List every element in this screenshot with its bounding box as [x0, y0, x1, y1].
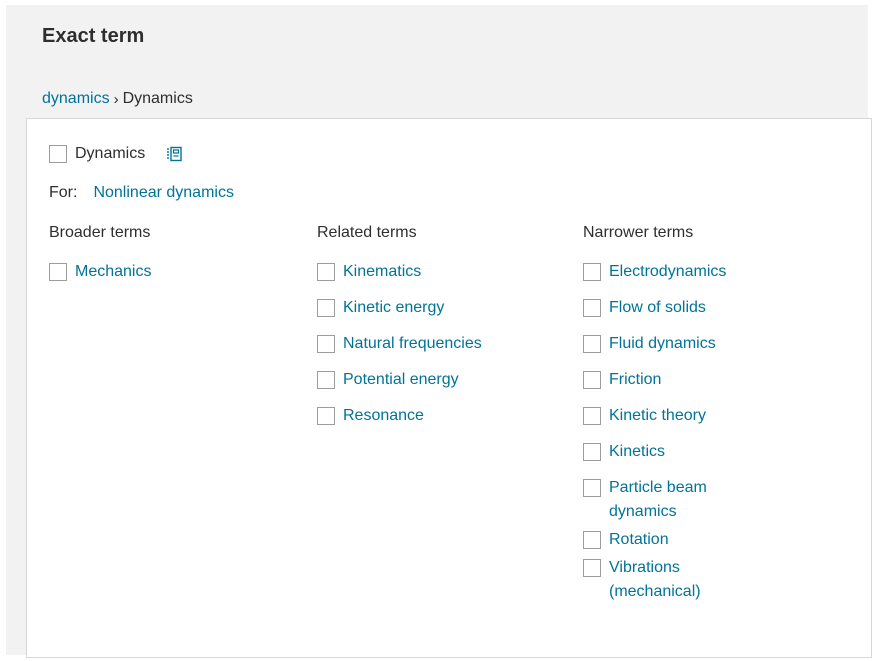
narrower-term-item: Rotation	[583, 528, 843, 552]
term-link[interactable]: Potential energy	[343, 368, 459, 392]
for-term-link[interactable]: Nonlinear dynamics	[93, 184, 234, 202]
term-link[interactable]: Natural frequencies	[343, 332, 482, 356]
term-checkbox[interactable]	[317, 335, 335, 353]
term-checkbox[interactable]	[583, 531, 601, 549]
term-checkbox[interactable]	[583, 263, 601, 281]
term-checkbox[interactable]	[317, 371, 335, 389]
related-terms-column: Related terms Kinematics Kinetic energy …	[317, 224, 577, 440]
term-checkbox[interactable]	[583, 479, 601, 497]
related-term-item: Resonance	[317, 404, 577, 428]
narrower-term-item: Kinetics	[583, 440, 843, 464]
term-link[interactable]: Kinetics	[609, 440, 665, 464]
term-link[interactable]: Kinematics	[343, 260, 421, 284]
term-link[interactable]: Electrodynamics	[609, 260, 726, 284]
broader-term-item: Mechanics	[49, 260, 309, 284]
related-term-item: Kinematics	[317, 260, 577, 284]
term-checkbox[interactable]	[317, 263, 335, 281]
term-link[interactable]: Rotation	[609, 528, 669, 552]
term-link[interactable]: Mechanics	[75, 260, 151, 284]
term-checkbox[interactable]	[583, 335, 601, 353]
term-link[interactable]: Fluid dynamics	[609, 332, 716, 356]
breadcrumb-current: Dynamics	[122, 90, 193, 107]
for-label: For:	[49, 184, 78, 201]
term-link[interactable]: Particle beam dynamics	[609, 476, 749, 524]
narrower-term-item: Electrodynamics	[583, 260, 843, 284]
narrower-term-item: Fluid dynamics	[583, 332, 843, 356]
breadcrumb: dynamics › Dynamics	[42, 90, 193, 108]
related-terms-title: Related terms	[317, 224, 417, 241]
for-row: For: Nonlinear dynamics	[49, 184, 234, 202]
chevron-right-icon: ›	[113, 90, 119, 108]
related-term-item: Kinetic energy	[317, 296, 577, 320]
exact-term-panel: Exact term dynamics › Dynamics Dynamics	[6, 5, 872, 658]
narrower-term-item: Kinetic theory	[583, 404, 843, 428]
term-link[interactable]: Vibrations (mechanical)	[609, 556, 749, 604]
narrower-term-item: Friction	[583, 368, 843, 392]
narrower-term-item: Flow of solids	[583, 296, 843, 320]
term-checkbox[interactable]	[583, 443, 601, 461]
related-term-item: Natural frequencies	[317, 332, 577, 356]
main-term-row: Dynamics	[49, 145, 183, 163]
term-link[interactable]: Kinetic theory	[609, 404, 706, 428]
main-term-checkbox[interactable]	[49, 145, 67, 163]
list-detail-icon[interactable]	[165, 145, 183, 163]
term-card: Dynamics For: Nonlinear dynamics Broader…	[26, 118, 872, 658]
related-term-item: Potential energy	[317, 368, 577, 392]
term-checkbox[interactable]	[583, 407, 601, 425]
main-term-label: Dynamics	[75, 145, 146, 162]
term-checkbox[interactable]	[317, 407, 335, 425]
term-link[interactable]: Friction	[609, 368, 661, 392]
term-checkbox[interactable]	[583, 559, 601, 577]
narrower-terms-column: Narrower terms Electrodynamics Flow of s…	[583, 224, 843, 616]
broader-terms-column: Broader terms Mechanics	[49, 224, 309, 296]
term-link[interactable]: Resonance	[343, 404, 424, 428]
narrower-term-item: Vibrations (mechanical)	[583, 556, 843, 604]
term-checkbox[interactable]	[49, 263, 67, 281]
broader-terms-title: Broader terms	[49, 224, 151, 241]
narrower-terms-title: Narrower terms	[583, 224, 694, 241]
section-heading: Exact term	[42, 25, 145, 47]
term-checkbox[interactable]	[583, 371, 601, 389]
term-checkbox[interactable]	[317, 299, 335, 317]
term-checkbox[interactable]	[583, 299, 601, 317]
term-link[interactable]: Kinetic energy	[343, 296, 444, 320]
term-link[interactable]: Flow of solids	[609, 296, 706, 320]
narrower-term-item: Particle beam dynamics	[583, 476, 843, 524]
breadcrumb-parent-link[interactable]: dynamics	[42, 90, 110, 108]
